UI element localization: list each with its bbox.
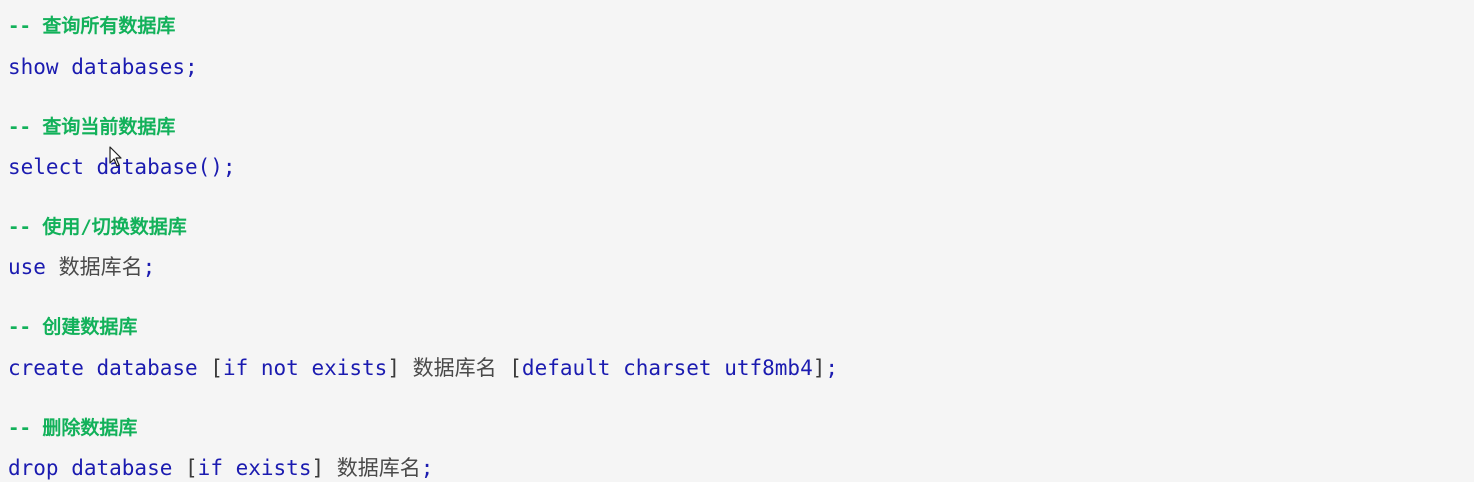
comment-show-databases: -- 查询所有数据库 [8, 15, 176, 37]
optional-bracket-open: [ [185, 456, 198, 480]
db-name-placeholder: 数据库名 [58, 255, 143, 279]
sql-semicolon: ; [142, 255, 156, 279]
sql-optional-clause: if exists [197, 456, 312, 480]
mouse-pointer-icon [109, 146, 122, 167]
comment-use-database: -- 使用/切换数据库 [8, 216, 187, 238]
optional-bracket-close: ] [812, 356, 826, 380]
code-line-use-database[interactable]: use 数据库名; [8, 253, 155, 281]
sql-optional-clause: if not exists [222, 356, 388, 380]
optional-bracket-open: [ [210, 356, 223, 380]
optional-bracket-open: [ [496, 356, 522, 380]
comment-select-database: -- 查询当前数据库 [8, 116, 176, 138]
sql-keyword: drop database [8, 456, 186, 480]
comment-drop-database: -- 删除数据库 [8, 417, 138, 439]
sql-statement: show databases; [8, 55, 198, 79]
sql-semicolon: ; [825, 356, 839, 380]
db-name-placeholder: 数据库名 [412, 356, 497, 380]
db-name-placeholder: 数据库名 [336, 456, 421, 480]
optional-bracket-close: ] [387, 356, 413, 380]
sql-semicolon: ; [420, 456, 434, 480]
code-line-create-database[interactable]: create database [if not exists] 数据库名 [de… [8, 354, 838, 382]
sql-keyword: use [8, 255, 59, 279]
optional-bracket-close: ] [311, 456, 337, 480]
sql-optional-clause: default charset utf8mb4 [521, 356, 813, 380]
code-editor[interactable]: -- 查询所有数据库 show databases; -- 查询当前数据库 se… [0, 0, 1474, 480]
comment-create-database: -- 创建数据库 [8, 316, 138, 338]
sql-keyword: create database [8, 356, 211, 380]
code-line-show-databases[interactable]: show databases; [8, 53, 198, 81]
